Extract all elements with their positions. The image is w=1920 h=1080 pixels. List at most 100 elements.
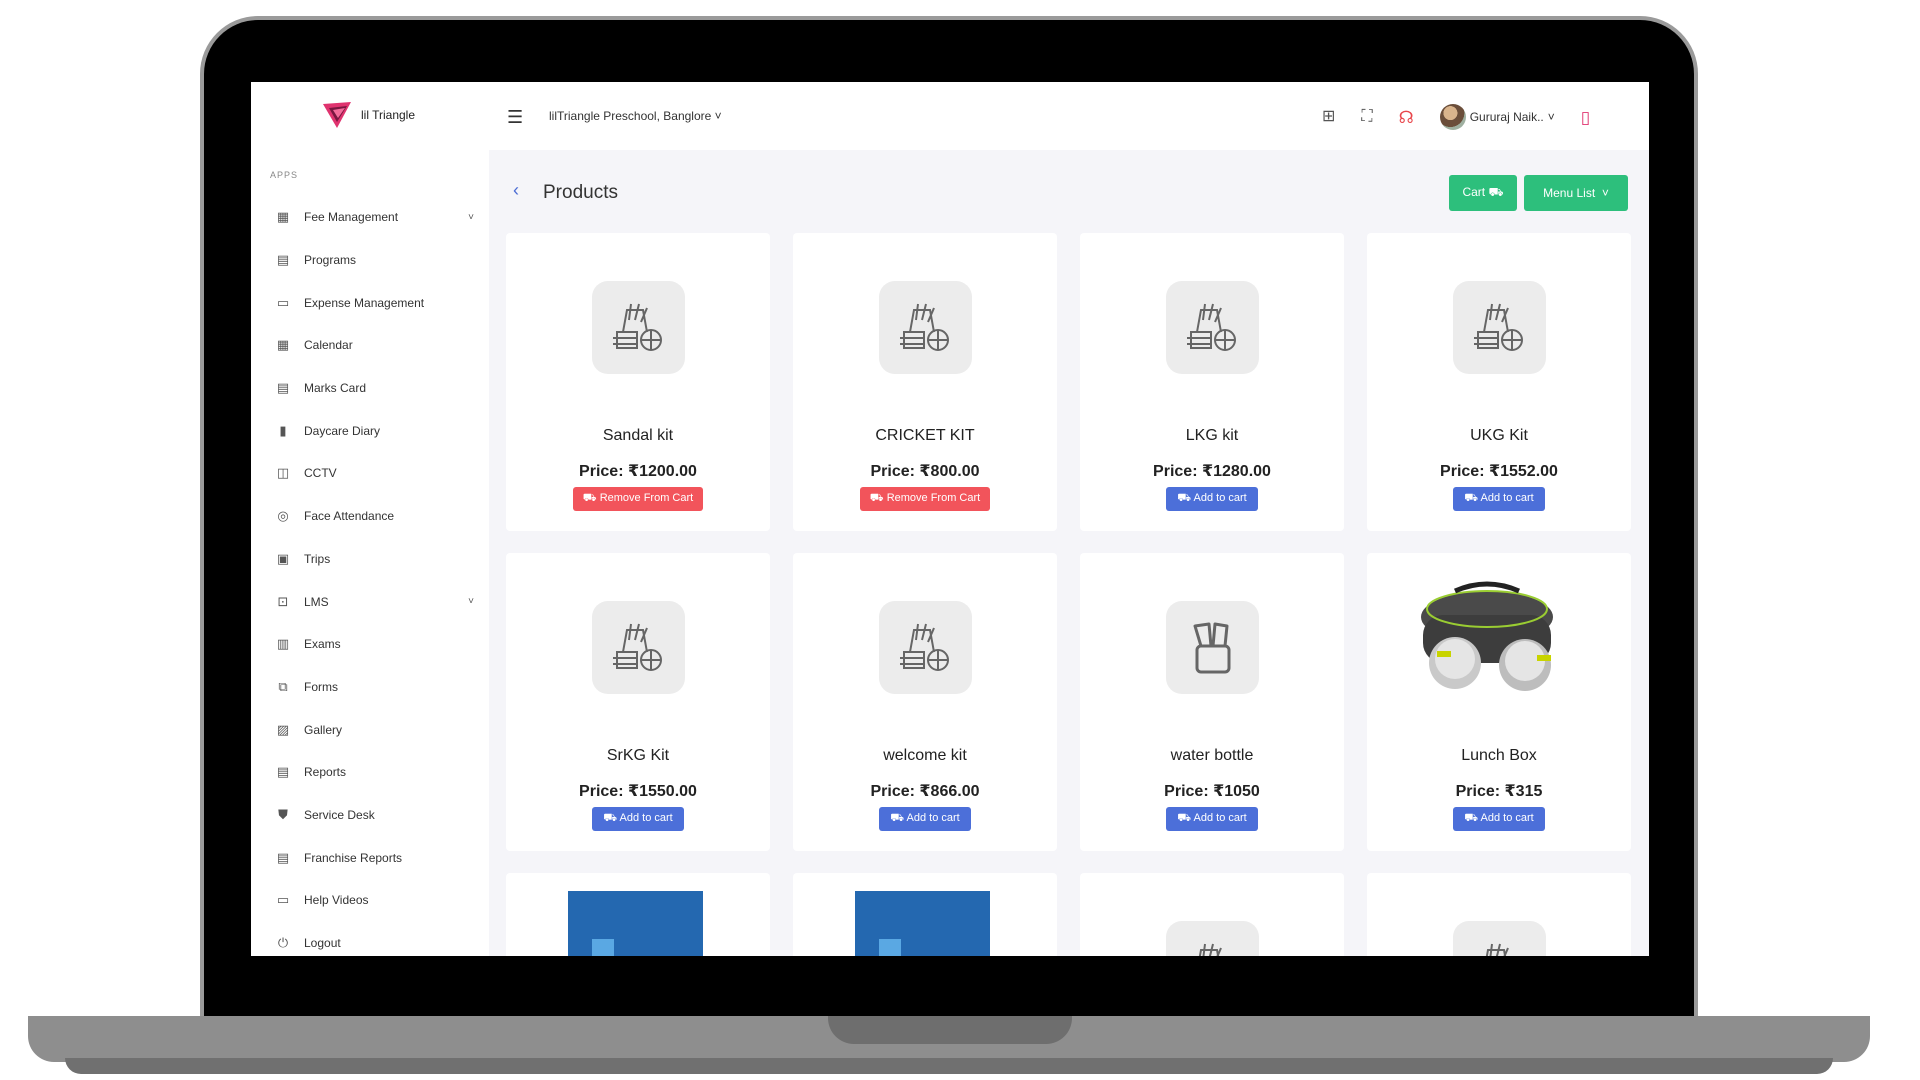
school-selector[interactable]: lilTriangle Preschool, Banglore ˅ bbox=[549, 109, 722, 123]
product-name: water bottle bbox=[1170, 747, 1254, 764]
sidebar-item-reports[interactable]: ▤ Reports bbox=[274, 751, 474, 794]
add-to-cart-button[interactable]: ⛟ Add to cart bbox=[1166, 487, 1258, 511]
avatar bbox=[1439, 104, 1466, 130]
product-grid: Sandal kit Price: ₹1200.00 ⛟ Remove From C… bbox=[506, 233, 1631, 956]
back-icon[interactable]: ‹ bbox=[513, 180, 519, 201]
user-menu[interactable]: Gururaj Naik.. ˅ bbox=[1439, 104, 1555, 130]
sidebar-section-label: APPS bbox=[270, 170, 299, 180]
sidebar-item-cctv[interactable]: ◫ CCTV bbox=[274, 452, 474, 495]
product-name: SrKG Kit bbox=[606, 747, 670, 764]
sidebar-item-service-desk[interactable]: ⛊ Service Desk bbox=[274, 794, 474, 837]
add-to-cart-button[interactable]: ⛟ Add to cart bbox=[1453, 487, 1545, 511]
kit-icon bbox=[1186, 303, 1236, 351]
product-name: UKG Kit bbox=[1470, 427, 1528, 444]
remove-from-cart-button[interactable]: ⛟ Remove From Cart bbox=[573, 487, 703, 511]
chevron-down-icon: ˅ bbox=[1601, 186, 1609, 200]
qr-code-icon[interactable]: ⊞ bbox=[1322, 109, 1335, 125]
calendar-icon: ▦ bbox=[276, 337, 290, 353]
product-name: Sandal kit bbox=[602, 427, 674, 444]
document-icon: ▤ bbox=[276, 252, 290, 268]
product-price: Price: ₹866.00 bbox=[870, 783, 980, 800]
sidebar-item-label: LMS bbox=[304, 594, 329, 609]
sidebar-item-lms[interactable]: ⊡ LMS ˅ bbox=[274, 580, 474, 623]
power-icon: ⏻ bbox=[277, 935, 289, 951]
product-card: SrKG Kit Price: ₹1550.00 ⛟ Add to cart bbox=[506, 553, 770, 851]
gallery-icon: ▨ bbox=[276, 721, 290, 737]
product-card bbox=[1367, 873, 1631, 956]
cart-icon: ⛟ bbox=[1177, 812, 1192, 824]
product-image bbox=[855, 891, 990, 956]
sidebar-item-programs[interactable]: ▤ Programs bbox=[274, 239, 474, 282]
cart-button[interactable]: Cart ⛟ bbox=[1449, 175, 1517, 211]
diary-icon: ▮ bbox=[279, 422, 287, 438]
product-card bbox=[506, 873, 770, 956]
product-price: Price: ₹1280.00 bbox=[1153, 463, 1271, 480]
sidebar-item-gallery[interactable]: ▨ Gallery bbox=[274, 708, 474, 751]
kit-icon bbox=[1473, 303, 1523, 351]
sidebar-item-daycare-diary[interactable]: ▮ Daycare Diary bbox=[274, 409, 474, 452]
sidebar-item-face-attendance[interactable]: ◎ Face Attendance bbox=[274, 495, 474, 538]
sidebar-item-label: Fee Management bbox=[304, 210, 399, 225]
product-card bbox=[793, 873, 1057, 956]
shield-icon: ⛊ bbox=[278, 806, 288, 822]
product-thumbnail bbox=[1166, 921, 1259, 956]
main-content: ‹ Products Cart ⛟ Menu List ˅ Sandal kit… bbox=[489, 150, 1649, 956]
cart-action-label: Add to cart bbox=[1193, 492, 1247, 504]
sidebar-item-calendar[interactable]: ▦ Calendar bbox=[274, 324, 474, 367]
product-name: CRICKET KIT bbox=[875, 427, 975, 444]
product-card: Lunch Box Price: ₹315 ⛟ Add to cart bbox=[1367, 553, 1631, 851]
add-to-cart-button[interactable]: ⛟ Add to cart bbox=[879, 807, 971, 831]
mobile-icon[interactable]: ▯ bbox=[1581, 109, 1590, 126]
menu-list-label: Menu List bbox=[1543, 186, 1596, 200]
pencil-cup-icon bbox=[1193, 622, 1230, 673]
add-to-cart-button[interactable]: ⛟ Add to cart bbox=[592, 807, 684, 831]
product-thumbnail bbox=[1166, 601, 1259, 694]
monitor-icon: ▭ bbox=[276, 892, 290, 908]
product-image bbox=[568, 891, 703, 956]
sidebar-item-label: CCTV bbox=[304, 466, 337, 481]
sidebar-item-forms[interactable]: ⧉ Forms bbox=[274, 666, 474, 709]
product-card bbox=[1080, 873, 1344, 956]
remove-from-cart-button[interactable]: ⛟ Remove From Cart bbox=[860, 487, 990, 511]
school-name: lilTriangle Preschool, Banglore bbox=[549, 109, 712, 123]
sidebar-item-label: Calendar bbox=[304, 338, 353, 353]
cart-action-label: Add to cart bbox=[1193, 812, 1247, 824]
user-name: Gururaj Naik.. bbox=[1469, 110, 1544, 124]
sidebar-item-logout[interactable]: ⏻ Logout bbox=[274, 922, 474, 956]
brand[interactable]: lil Triangle bbox=[323, 102, 415, 128]
cart-icon: ⛟ bbox=[603, 812, 618, 824]
add-to-cart-button[interactable]: ⛟ Add to cart bbox=[1453, 807, 1545, 831]
sidebar-item-label: Logout bbox=[304, 936, 341, 951]
product-price: Price: ₹800.00 bbox=[870, 463, 980, 480]
forms-icon: ⧉ bbox=[278, 678, 288, 694]
sidebar-item-trips[interactable]: ▣ Trips bbox=[274, 538, 474, 581]
menu-toggle-icon[interactable]: ☰ bbox=[507, 108, 523, 126]
cart-action-label: Remove From Cart bbox=[886, 492, 981, 504]
chevron-down-icon[interactable]: ˅ bbox=[468, 212, 474, 223]
fullscreen-icon[interactable]: ⛶ bbox=[1361, 109, 1372, 125]
sidebar-item-expense-management[interactable]: ▭ Expense Management bbox=[274, 281, 474, 324]
chevron-down-icon[interactable]: ˅ bbox=[468, 596, 474, 607]
screen: lil Triangle ☰ lilTriangle Preschool, Ba… bbox=[251, 82, 1649, 956]
receipt-icon: ▦ bbox=[276, 209, 290, 225]
sidebar-item-label: Reports bbox=[304, 765, 347, 780]
face-icon: ◎ bbox=[277, 508, 289, 524]
sidebar-item-label: Forms bbox=[304, 679, 338, 694]
sidebar-item-marks-card[interactable]: ▤ Marks Card bbox=[274, 367, 474, 410]
kit-icon bbox=[1198, 943, 1222, 956]
headset-icon[interactable]: ☊ bbox=[1399, 109, 1414, 126]
product-price: Price: ₹1550.00 bbox=[579, 783, 697, 800]
sidebar-item-franchise-reports[interactable]: ▤ Franchise Reports bbox=[274, 836, 474, 879]
product-name: LKG kit bbox=[1185, 427, 1239, 444]
sidebar-item-exams[interactable]: ▥ Exams bbox=[274, 623, 474, 666]
cart-icon: ⛟ bbox=[582, 492, 597, 504]
sidebar-item-help-videos[interactable]: ▭ Help Videos bbox=[274, 879, 474, 922]
reports-icon: ▤ bbox=[276, 764, 290, 780]
sidebar-item-fee-management[interactable]: ▦ Fee Management ˅ bbox=[274, 196, 474, 239]
marks-card-icon: ▤ bbox=[276, 380, 290, 396]
product-price: Price: ₹315 bbox=[1455, 783, 1543, 800]
menu-list-button[interactable]: Menu List ˅ bbox=[1524, 175, 1628, 211]
add-to-cart-button[interactable]: ⛟ Add to cart bbox=[1166, 807, 1258, 831]
credit-card-icon: ▭ bbox=[276, 294, 290, 310]
cart-icon: ⛟ bbox=[1464, 492, 1479, 504]
